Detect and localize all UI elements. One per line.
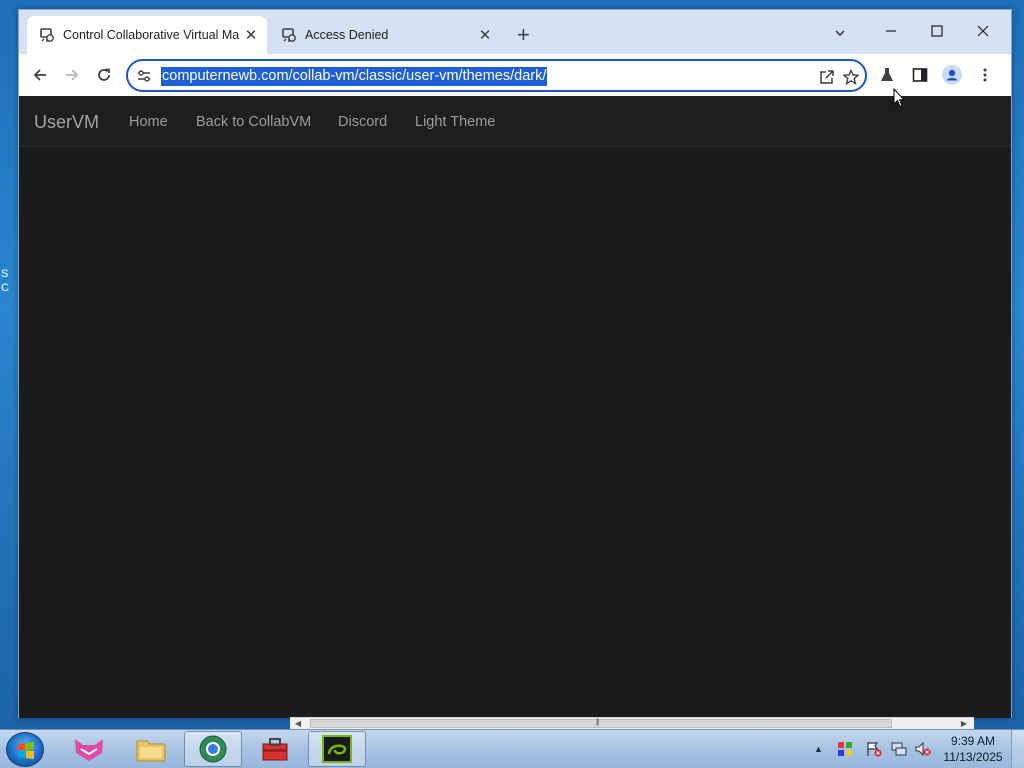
close-window-button[interactable] [960, 16, 1006, 46]
tray-volume-muted-icon[interactable] [915, 741, 931, 757]
more-menu-icon[interactable] [975, 65, 995, 85]
reload-button[interactable] [93, 64, 115, 86]
profile-avatar-icon[interactable] [942, 65, 962, 85]
taskbar: ▲ 9:39 AM 11/13/2025 [0, 729, 1024, 768]
tray-network-icon[interactable] [891, 741, 907, 757]
browser-window: Control Collaborative Virtual Ma ✕ Acces… [18, 9, 1012, 718]
desktop-icon-label-fragment: C [1, 282, 9, 294]
tab-strip: Control Collaborative Virtual Ma ✕ Acces… [19, 10, 1011, 54]
gpu-utility-icon [322, 735, 352, 763]
mouse-cursor-icon [893, 87, 906, 113]
browser-toolbar: computernewb.com/collab-vm/classic/user-… [19, 54, 1011, 96]
taskbar-app-file-explorer[interactable] [122, 731, 180, 767]
labs-flask-icon[interactable] [877, 65, 897, 85]
nav-back-to-collabvm-link[interactable]: Back to CollabVM [196, 114, 311, 130]
page-content: UserVM Home Back to CollabVM Discord Lig… [19, 96, 1011, 718]
site-brand[interactable]: UserVM [34, 112, 99, 133]
pink-cat-app-icon [75, 739, 103, 761]
maximize-button[interactable] [914, 16, 960, 46]
tab-title: Control Collaborative Virtual Ma [63, 28, 240, 42]
taskbar-app-gpu-utility[interactable] [308, 731, 366, 767]
nav-home-link[interactable]: Home [129, 114, 168, 130]
scroll-right-arrow-icon[interactable]: ▶ [958, 718, 970, 729]
new-tab-button[interactable]: + [517, 24, 530, 46]
browser-globe-icon [199, 735, 227, 763]
scroll-left-arrow-icon[interactable]: ◀ [292, 718, 304, 729]
toolbox-icon [262, 738, 288, 761]
taskbar-app-chrome[interactable] [184, 731, 242, 767]
forward-button[interactable] [61, 64, 83, 86]
collabvm-favicon-icon [281, 27, 297, 43]
share-icon[interactable] [818, 68, 836, 86]
tray-colorful-app-icon[interactable] [837, 741, 853, 757]
tab-close-icon[interactable]: ✕ [241, 26, 261, 44]
scrollbar-thumb[interactable] [310, 719, 892, 728]
horizontal-scrollbar[interactable]: ◀ ||| ▶ [290, 717, 974, 729]
site-navbar: UserVM Home Back to CollabVM Discord Lig… [19, 96, 1011, 147]
folder-icon [136, 740, 166, 762]
nav-light-theme-link[interactable]: Light Theme [415, 114, 495, 130]
url-text[interactable]: computernewb.com/collab-vm/classic/user-… [161, 67, 548, 86]
bookmark-star-icon[interactable] [842, 68, 860, 86]
tab-access-denied[interactable]: Access Denied ✕ [269, 16, 501, 54]
address-bar[interactable]: computernewb.com/collab-vm/classic/user-… [126, 59, 867, 92]
minimize-button[interactable] [868, 16, 914, 46]
tray-flag-error-icon[interactable] [866, 741, 882, 757]
collabvm-favicon-icon [39, 27, 55, 43]
taskbar-app-toolbox[interactable] [246, 731, 304, 767]
site-info-tune-icon[interactable] [137, 69, 151, 83]
tab-search-chevron-icon[interactable] [833, 26, 847, 40]
clock-time: 9:39 AM [950, 734, 996, 748]
scrollbar-grip-icon: ||| [596, 719, 600, 726]
nav-discord-link[interactable]: Discord [338, 114, 387, 130]
show-desktop-button[interactable] [1011, 730, 1024, 768]
back-button[interactable] [29, 64, 51, 86]
taskbar-clock[interactable]: 9:39 AM 11/13/2025 [940, 733, 1006, 765]
tab-control-collaborative[interactable]: Control Collaborative Virtual Ma ✕ [27, 16, 267, 54]
clock-date: 11/13/2025 [943, 750, 1003, 764]
start-button[interactable] [6, 732, 44, 767]
taskbar-app-pink-cat[interactable] [60, 731, 118, 767]
side-panel-icon[interactable] [910, 65, 930, 85]
desktop-icon-label-fragment: S [1, 268, 9, 280]
tray-overflow-arrow-icon[interactable]: ▲ [814, 744, 823, 754]
tab-title: Access Denied [305, 28, 389, 42]
tab-close-icon[interactable]: ✕ [475, 26, 495, 44]
